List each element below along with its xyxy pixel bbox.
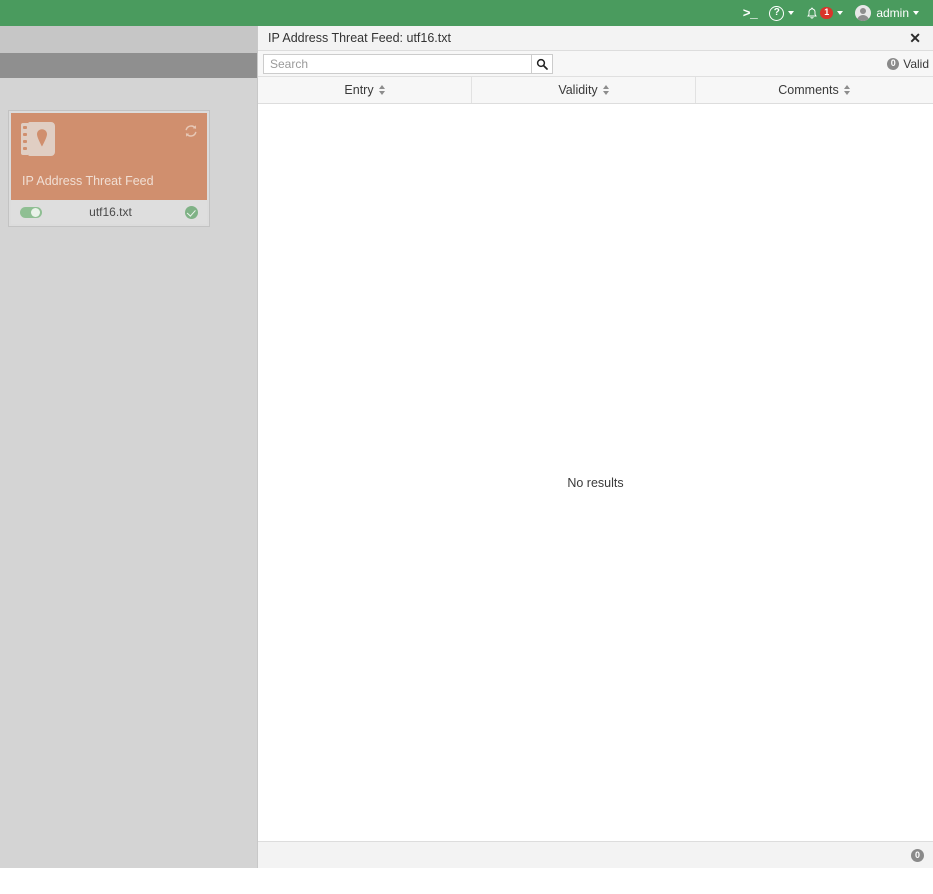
validity-summary: 0 Valid (887, 57, 929, 71)
address-book-icon (21, 122, 55, 156)
sort-icon (378, 85, 385, 95)
search-group (263, 53, 553, 74)
notification-count-badge: 1 (820, 7, 834, 19)
sort-icon (602, 85, 609, 95)
search-icon (536, 58, 548, 70)
column-header-comments[interactable]: Comments (696, 77, 932, 103)
sort-icon (843, 85, 850, 95)
panel-toolbar: 0 Valid (258, 51, 933, 77)
panel-title: IP Address Threat Feed: utf16.txt (268, 31, 451, 45)
chevron-down-icon (913, 11, 919, 15)
left-card-area: IP Address Threat Feed utf16.txt (0, 78, 257, 868)
table-header-row: Entry Validity Comments (258, 77, 933, 104)
threat-feed-card[interactable]: IP Address Threat Feed utf16.txt (8, 110, 210, 227)
left-toolbar-primary (0, 26, 257, 53)
search-input[interactable] (263, 53, 531, 74)
help-menu-button[interactable]: ? (763, 0, 800, 26)
avatar (855, 5, 872, 21)
bell-wrapper: 1 (806, 7, 834, 20)
chevron-down-icon (837, 11, 844, 15)
column-header-entry[interactable]: Entry (258, 77, 472, 103)
location-pin-icon (37, 129, 47, 147)
card-enable-toggle[interactable] (20, 206, 42, 218)
topbar-actions: >_ ? 1 admin (737, 0, 933, 26)
terminal-button[interactable]: >_ (737, 0, 764, 26)
card-footer: utf16.txt (11, 200, 207, 224)
valid-check-icon (185, 205, 198, 219)
valid-count-badge: 0 (887, 57, 900, 70)
user-menu-button[interactable]: admin (849, 0, 925, 26)
column-header-validity-label: Validity (558, 83, 598, 97)
column-header-validity[interactable]: Validity (472, 77, 696, 103)
column-header-entry-label: Entry (344, 83, 374, 97)
chevron-down-icon (788, 11, 795, 15)
close-icon[interactable]: ✕ (907, 31, 923, 45)
panel-header: IP Address Threat Feed: utf16.txt ✕ (258, 26, 933, 51)
detail-panel: IP Address Threat Feed: utf16.txt ✕ 0 Va… (257, 26, 933, 894)
left-toolbar-secondary (0, 53, 257, 78)
user-name-label: admin (876, 6, 909, 20)
top-navigation-bar: >_ ? 1 admin (0, 0, 933, 26)
refresh-icon[interactable] (184, 124, 198, 138)
column-header-comments-label: Comments (778, 83, 839, 97)
empty-state-message: No results (567, 476, 624, 490)
card-title: IP Address Threat Feed (22, 174, 154, 188)
card-file-name: utf16.txt (89, 205, 132, 219)
table-body: No results (258, 104, 933, 894)
left-pane: IP Address Threat Feed utf16.txt (0, 26, 257, 868)
search-button[interactable] (531, 53, 553, 74)
notifications-menu-button[interactable]: 1 (800, 0, 849, 26)
card-header (11, 113, 207, 174)
panel-footer: 0 (258, 841, 933, 868)
valid-label: Valid (903, 56, 929, 71)
footer-count-badge: 0 (911, 848, 924, 862)
bell-icon (807, 7, 818, 19)
help-icon: ? (769, 5, 785, 21)
terminal-icon: >_ (742, 5, 758, 21)
threat-feed-card-inner: IP Address Threat Feed utf16.txt (11, 113, 207, 224)
